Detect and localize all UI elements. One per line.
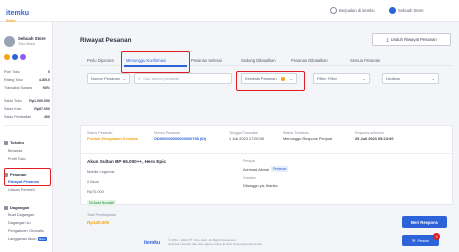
product-tag: 50 Akad Nonaktif	[87, 200, 116, 206]
start-selling-label: Berjualan di itemku	[339, 8, 375, 13]
new-badge: Baru	[37, 237, 47, 241]
tab-semua-pesanan[interactable]: Semua Pesanan	[350, 58, 380, 63]
seller-info: Achmad Akmal Pemesan	[243, 166, 289, 172]
chevron-down-icon: ⌄	[362, 76, 366, 81]
stat-coin-balance: Saldo Koin Rp87.000	[4, 107, 50, 111]
message-label: Catatan	[243, 176, 256, 180]
tab-perlu-diproses[interactable]: Perlu Diproses	[87, 58, 114, 63]
order-number[interactable]: Nomor Pesanan OD000000000000000798 (ID)	[154, 131, 206, 141]
section-tokoku: Tokoku	[4, 140, 24, 145]
section-dagangan: Dagangan	[4, 205, 29, 210]
sidebar-item-langganan-akun[interactable]: Langganan Akun Baru	[8, 237, 47, 241]
product-game: Mobile Legends	[87, 169, 115, 174]
respond-button[interactable]: Beri Respons	[402, 216, 447, 228]
store-name: Sebuah Store	[398, 8, 424, 13]
star-badge-icon	[20, 54, 26, 60]
sidebar-divider	[4, 125, 49, 126]
product-icon	[4, 205, 8, 210]
sidebar-item-profil-toko[interactable]: Profil Toko	[8, 157, 26, 161]
order-status: Status Pesanan Produk Mengalami Kendala	[87, 131, 138, 141]
tab-pesanan-dibatalkan[interactable]: Pesanan Dibatalkan	[291, 58, 328, 63]
filter-dropdown[interactable]: Filter: Filter ⌄	[313, 73, 370, 84]
tab-sedang-dibatalkan[interactable]: Sedang Dibatalkan	[241, 58, 276, 63]
store-avatar-icon	[389, 7, 396, 14]
tab-pesanan-selesai[interactable]: Pesanan Selesai	[191, 58, 222, 63]
sidebar-item-ulasan-pembeli[interactable]: Ulasan Pembeli	[8, 188, 35, 192]
badge-row	[4, 54, 26, 60]
footer-logo: itemku	[144, 240, 161, 246]
stat-purchase-balance: Saldo Pembelian 400	[4, 115, 50, 119]
search-icon: ⌕	[138, 76, 141, 81]
stat-store-points: Poin Toko 0	[4, 70, 50, 74]
chat-unread-badge: 9	[433, 233, 440, 240]
download-label: Unduh Riwayat Pesanan	[390, 37, 437, 42]
page-title: Riwayat Pesanan	[80, 37, 132, 44]
stat-success-rate: Transaksi Sukses 93%	[4, 86, 50, 90]
seller-label: Penjual	[243, 159, 255, 163]
total-amount: Rp140.000	[87, 220, 110, 225]
seller-name: Achmad Akmal	[243, 166, 269, 172]
store-outline-icon	[330, 7, 337, 14]
product-quantity: 2 Akun	[87, 179, 99, 184]
avatar	[4, 36, 15, 47]
search-input[interactable]: ⌕ Cari nomor pesanan	[134, 73, 232, 84]
store-icon	[4, 140, 8, 145]
chevron-down-icon: ⌄	[122, 76, 126, 81]
gold-badge-icon	[4, 54, 10, 60]
sort-dropdown[interactable]: Urutkan ⌄	[382, 73, 439, 84]
profile-name: Sebuah Store	[18, 36, 46, 41]
footer-text: © 2014 - 2021 PT. Five Jack. All Rights …	[168, 238, 263, 247]
product-title[interactable]: Akun Sultan BP 65.000++, Hero Epic	[87, 159, 166, 164]
top-bar: itemku Seller Berjualan di itemku Sebuah…	[0, 0, 459, 24]
product-price: Rp70.000	[87, 189, 104, 194]
total-label: Total Pembayaran	[87, 213, 116, 217]
card-divider	[80, 153, 453, 154]
logo-brand: itemku	[6, 10, 30, 17]
chevron-down-icon: ⌄	[431, 76, 435, 81]
itemku-logo[interactable]: itemku Seller	[6, 3, 29, 24]
verified-badge-icon	[12, 54, 18, 60]
buyer-message: Ditunggu ya, thanks.	[243, 183, 279, 188]
store-menu[interactable]: Sebuah Store	[389, 7, 424, 14]
download-history-button[interactable]: ⤓ Unduh Riwayat Pesanan	[372, 33, 451, 46]
response-deadline: Respons sebelum 29 Juli 2023 05:23:00	[355, 131, 394, 141]
sidebar-item-dagangan-ku[interactable]: Dagangan ku	[8, 221, 31, 225]
transaction-date: Tanggal Transaksi 1 Juli 2023 17:00:00	[229, 131, 265, 141]
download-icon: ⤓	[386, 36, 389, 43]
highlight-box-kendala	[236, 71, 305, 91]
highlight-box-tab	[121, 51, 190, 73]
highlight-box-sidebar	[4, 168, 51, 186]
sidebar-item-beranda[interactable]: Beranda	[8, 149, 22, 153]
sidebar-item-buat-dagangan[interactable]: Buat Dagangan	[8, 213, 34, 217]
stat-store-balance: Saldo Toko Rp1.000.000	[4, 99, 50, 103]
action-status: Status Tindakan Menunggu Respons Penjual	[283, 131, 332, 141]
sidebar-item-pengaturan-otomatis[interactable]: Pengaturan Otomatis	[8, 229, 44, 233]
profile-status: Toko Buka	[18, 42, 35, 46]
chat-icon: ✉	[412, 238, 416, 243]
start-selling-link[interactable]: Berjualan di itemku	[330, 7, 375, 14]
store-profile[interactable]: Sebuah Store Toko Buka	[4, 36, 46, 47]
stat-store-rating: Rating Toko 4.8/5.0	[4, 78, 50, 82]
seller-pill: Pemesan	[270, 166, 289, 172]
order-number-dropdown[interactable]: Nomor Pesanan ⌄	[87, 73, 130, 84]
